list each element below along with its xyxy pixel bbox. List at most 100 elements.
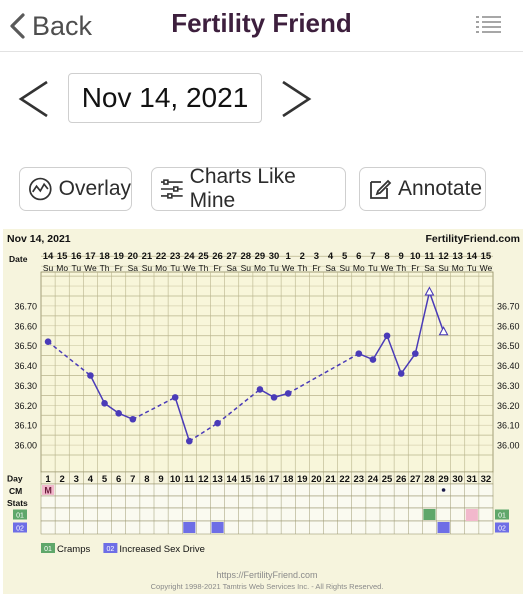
overlay-label: Overlay [58, 177, 131, 200]
y-tick-label-right: 36.10 [497, 421, 520, 431]
bbt-chart-svg: Nov 14, 2021 FertilityFriend.comDate 14 15 1… [7, 233, 520, 591]
cycle-day-label: 22 [339, 474, 350, 485]
date-tick-label: 10 [410, 251, 421, 262]
date-tick-label: 20 [128, 251, 139, 262]
date-tick-label: 8 [384, 251, 389, 262]
cycle-day-label: 28 [424, 474, 435, 485]
cm-menstruation-label: M [44, 486, 52, 496]
weekday-tick-label: We [480, 263, 493, 273]
temperature-point [355, 350, 363, 357]
bbt-chart: Nov 14, 2021 FertilityFriend.com Date 14 15 1… [3, 229, 523, 594]
date-tick-label: 1 [286, 251, 292, 262]
weekday-tick-label: Sa [226, 263, 237, 273]
back-label: Back [32, 10, 93, 41]
date-tick-label: 3 [314, 251, 319, 262]
y-tick-label-left: 36.20 [14, 401, 37, 411]
weekday-tick-label: Mo [452, 263, 464, 273]
cycle-day-label: 13 [212, 474, 223, 485]
temperature-point [115, 409, 122, 417]
weekday-tick-label: We [381, 263, 394, 273]
weekday-tick-label: Fr [214, 263, 222, 273]
y-tick-label-left: 36.10 [14, 421, 37, 431]
weekday-tick-label: We [282, 263, 295, 273]
stats-marker-cell [423, 509, 436, 520]
weekday-tick-label: We [84, 263, 97, 273]
stats-code-label-left: 01 [16, 513, 24, 520]
cycle-day-label: 32 [481, 474, 492, 485]
previous-date-button[interactable] [16, 78, 52, 120]
temperature-point [383, 332, 391, 340]
cycle-day-label: 30 [452, 474, 463, 485]
cycle-day-label: 23 [354, 474, 365, 485]
legend-swatch-code: 01 [44, 546, 52, 553]
y-tick-label-right: 36.50 [497, 341, 520, 351]
y-tick-label-left: 36.50 [14, 341, 37, 351]
date-tick-label: 12 [438, 251, 449, 262]
weekday-tick-label: Su [142, 263, 153, 273]
cycle-day-label: 11 [184, 474, 195, 485]
cycle-day-label: 4 [88, 474, 94, 485]
date-tick-label: 26 [212, 251, 223, 262]
cycle-day-label: 15 [241, 474, 252, 485]
date-tick-label: 19 [113, 251, 124, 262]
cycle-day-label: 8 [144, 474, 149, 485]
temperature-point [87, 372, 94, 379]
y-tick-label-right: 36.70 [497, 301, 520, 311]
temperature-point [214, 419, 221, 427]
date-tick-label: 16 [71, 251, 82, 262]
cycle-day-label: 10 [170, 474, 181, 485]
chevron-left-icon [10, 13, 25, 39]
legend-label: Increased Sex Drive [119, 544, 205, 555]
cycle-day-label: 17 [269, 474, 280, 485]
temperature-point [284, 390, 292, 397]
pink-marker-cell [465, 509, 478, 521]
stats-marker-cell [211, 522, 224, 533]
y-tick-label-right: 36.40 [497, 361, 520, 371]
annotate-button[interactable]: Annotate [359, 167, 486, 211]
weekday-tick-label: Mo [155, 263, 167, 273]
cycle-day-label: 24 [368, 474, 379, 485]
weekday-tick-label: Su [438, 263, 449, 273]
weekday-tick-label: Sa [128, 263, 139, 273]
cycle-day-label: 16 [255, 474, 266, 485]
back-button[interactable]: Back [8, 6, 92, 46]
weekday-tick-label: Su [43, 263, 54, 273]
y-tick-label-left: 36.70 [14, 301, 37, 311]
overlay-button[interactable]: Overlay [19, 167, 132, 211]
y-tick-label-left: 36.00 [14, 441, 37, 451]
list-menu-icon[interactable] [475, 14, 501, 36]
date-tick-label: 24 [184, 251, 195, 262]
date-tick-label: 28 [241, 251, 252, 262]
date-tick-label: 15 [57, 251, 68, 262]
date-tick-label: 13 [452, 251, 463, 262]
cycle-day-label: 31 [467, 474, 478, 485]
y-tick-label-left: 36.60 [14, 321, 37, 331]
weekday-tick-label: Fr [115, 263, 123, 273]
cycle-day-label: 19 [297, 474, 308, 485]
cycle-day-label: 2 [60, 474, 65, 485]
cm-row-label: CM [9, 486, 22, 496]
weekday-tick-label: Tu [368, 263, 378, 273]
date-tick-label: 14 [467, 251, 478, 262]
stats-marker-cell [183, 522, 196, 533]
date-tick-label: 29 [255, 251, 266, 262]
cycle-day-label: 6 [116, 474, 121, 485]
date-tick-label: 14 [43, 251, 54, 262]
cycle-day-label: 27 [410, 474, 421, 485]
cycle-day-label: 9 [158, 474, 163, 485]
weekday-tick-label: Tu [467, 263, 477, 273]
stats-code-label-right: 02 [498, 526, 506, 533]
cm-spotting-dot [441, 488, 446, 492]
charts-like-mine-button[interactable]: Charts Like Mine [151, 165, 346, 212]
date-selector[interactable]: Nov 14, 2021 [68, 73, 262, 123]
weekday-tick-label: Sa [424, 263, 435, 273]
date-tick-label: 6 [356, 251, 361, 262]
chart-brand-label: FertilityFriend.com [425, 233, 520, 245]
weekday-tick-label: Sa [325, 263, 336, 273]
next-date-button[interactable] [278, 78, 314, 120]
weekday-tick-label: Th [396, 263, 406, 273]
date-tick-label: 15 [481, 251, 492, 262]
temperature-point [412, 350, 419, 357]
temperature-point [44, 338, 52, 346]
stats-code-label-left: 02 [16, 526, 24, 533]
